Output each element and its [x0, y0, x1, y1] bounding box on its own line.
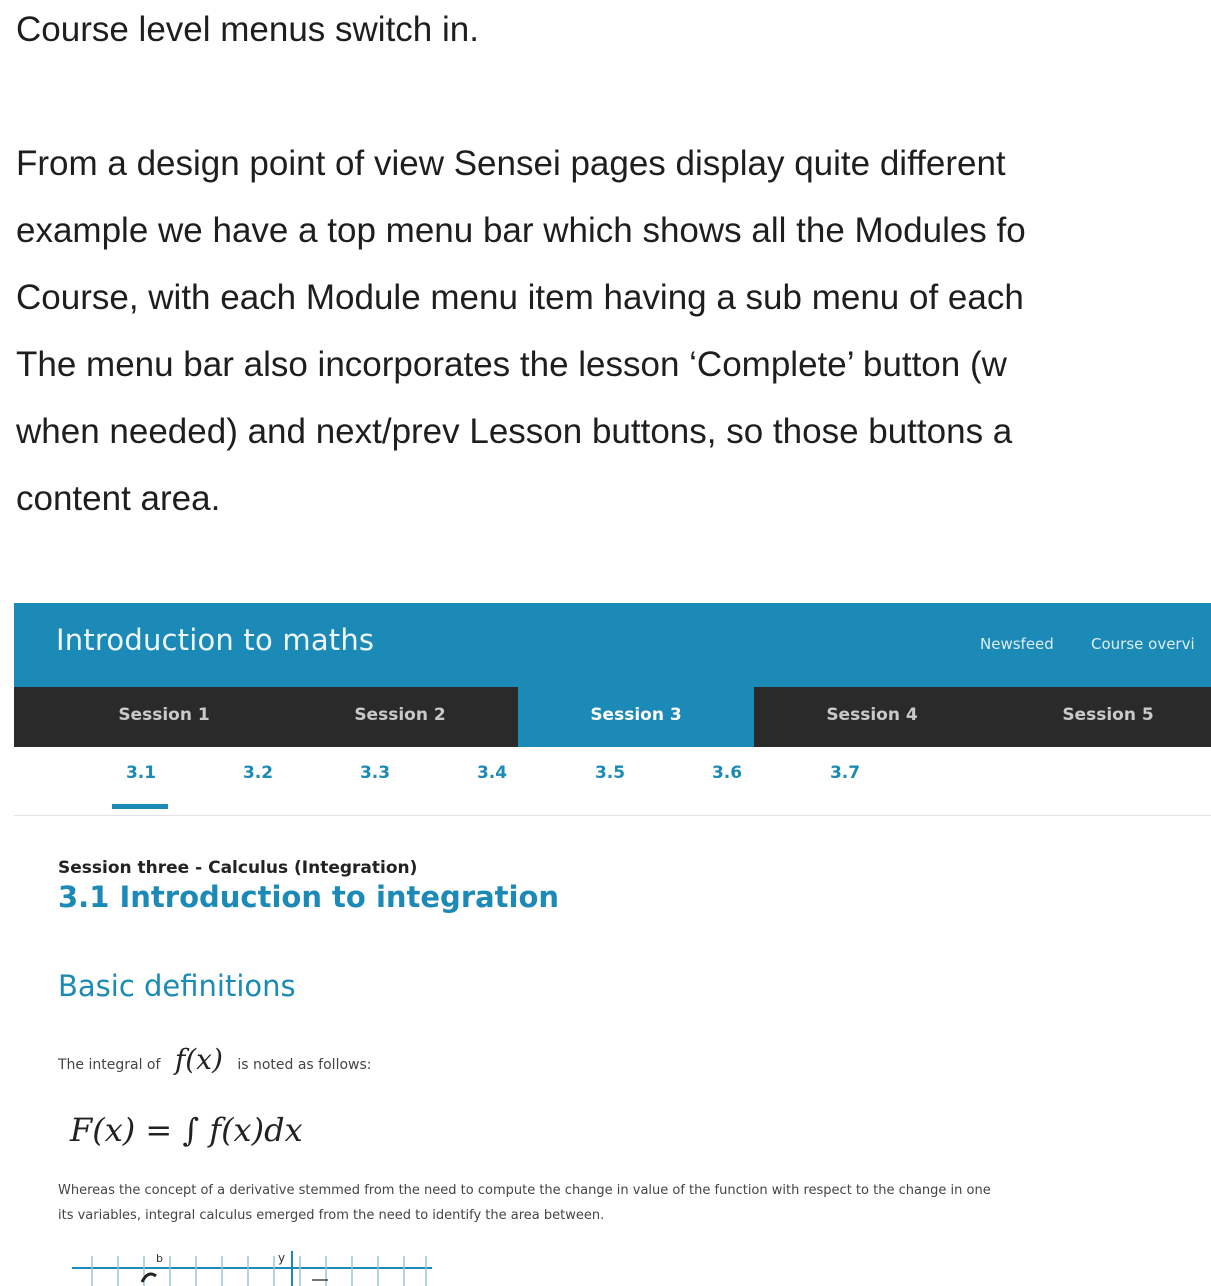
subsection-tab-3-2[interactable]: 3.2	[228, 763, 288, 783]
integral-intro: The integral of f(x) is noted as follows…	[58, 1043, 371, 1076]
subsection-menu: 3.1 3.2 3.3 3.4 3.5 3.6 3.7	[14, 747, 1211, 816]
subsection-tab-3-4[interactable]: 3.4	[462, 763, 522, 783]
design-line: From a design point of view Sensei pages…	[16, 144, 1006, 183]
graph-point-label: b	[156, 1252, 163, 1265]
newsfeed-link[interactable]: Newsfeed	[980, 635, 1054, 653]
body-line: its variables, integral calculus emerged…	[58, 1208, 605, 1223]
subsection-tab-3-7[interactable]: 3.7	[815, 763, 875, 783]
session-tab-4[interactable]: Session 4	[754, 687, 990, 747]
design-paragraph: From a design point of view Sensei pages…	[16, 130, 1026, 532]
design-line: when needed) and next/prev Lesson button…	[16, 412, 1013, 451]
session-menu-bar: Session 1 Session 2 Session 3 Session 4 …	[14, 687, 1211, 747]
lesson-title: 3.1 Introduction to integration	[58, 880, 560, 914]
session-tab-5[interactable]: Session 5	[990, 687, 1211, 747]
integral-graph: y b	[72, 1251, 432, 1286]
design-line: Course, with each Module menu item havin…	[16, 278, 1024, 317]
course-overview-link[interactable]: Course overvi	[1091, 635, 1195, 653]
subsection-tab-3-1[interactable]: 3.1	[111, 763, 171, 783]
subsection-tab-3-6[interactable]: 3.6	[697, 763, 757, 783]
design-line: The menu bar also incorporates the lesso…	[16, 345, 1007, 384]
session-tab-2[interactable]: Session 2	[282, 687, 518, 747]
subsection-tab-3-3[interactable]: 3.3	[345, 763, 405, 783]
body-line: Whereas the concept of a derivative stem…	[58, 1183, 991, 1198]
course-header-bar: Introduction to maths Newsfeed Course ov…	[14, 603, 1211, 687]
session-tab-3[interactable]: Session 3	[518, 687, 754, 747]
integral-intro-math: f(x)	[174, 1043, 223, 1076]
integral-intro-text: The integral of	[58, 1057, 161, 1073]
intro-paragraph: Course level menus switch in.	[16, 10, 479, 49]
session-kicker: Session three - Calculus (Integration)	[58, 858, 418, 878]
section-heading: Basic definitions	[58, 969, 296, 1003]
integral-intro-text-after: is noted as follows:	[237, 1057, 372, 1073]
design-line: content area.	[16, 479, 221, 518]
graph-y-label: y	[278, 1251, 285, 1265]
embedded-course-screenshot: Introduction to maths Newsfeed Course ov…	[14, 603, 1211, 1286]
design-line: example we have a top menu bar which sho…	[16, 211, 1026, 250]
integral-formula: F(x) = ∫ f(x)dx	[70, 1111, 303, 1149]
session-tab-1[interactable]: Session 1	[46, 687, 282, 747]
course-title: Introduction to maths	[56, 623, 375, 657]
active-subsection-indicator	[112, 804, 168, 809]
subsection-tab-3-5[interactable]: 3.5	[580, 763, 640, 783]
